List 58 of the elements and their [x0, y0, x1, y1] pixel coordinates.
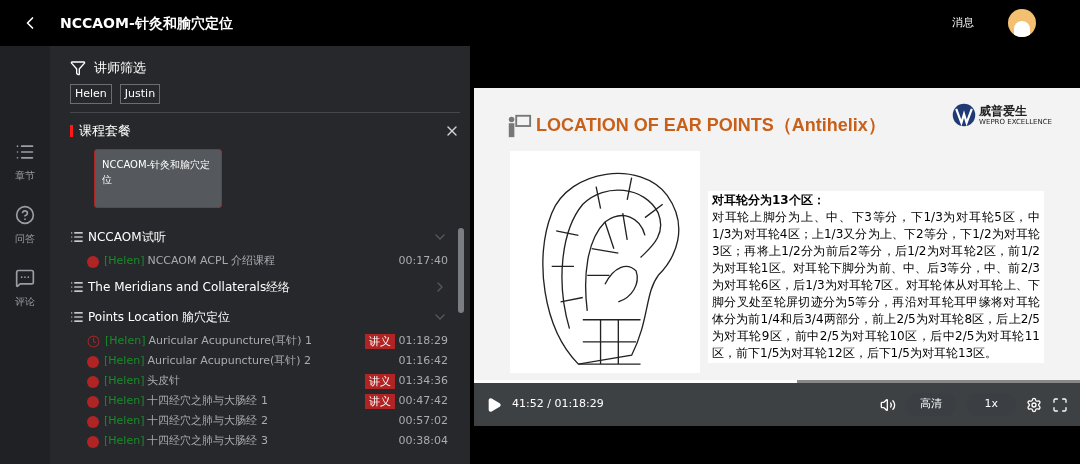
chapter-header[interactable]: NCCAOM试听: [70, 221, 448, 252]
lesson-link[interactable]: [Helen] 十四经穴之肺与大肠经 1: [104, 393, 268, 410]
time-display: 41:52 / 01:18:29: [512, 396, 604, 413]
lesson-link[interactable]: [Helen] 十四经穴之肺与大肠经 2: [104, 413, 268, 430]
handout-badge[interactable]: 讲义: [364, 374, 395, 389]
lesson-link[interactable]: [Helen] Auricular Acupuncture(耳针) 2: [104, 353, 312, 370]
teacher-tag[interactable]: Justin: [119, 83, 161, 104]
help-icon: [15, 205, 35, 225]
filter-title: 讲师筛选: [94, 59, 146, 77]
handout-badge[interactable]: 讲义: [364, 394, 395, 409]
settings-icon: [1026, 396, 1042, 413]
page-title: NCCAOM-针灸和腧穴定位: [60, 13, 233, 33]
chapter-header[interactable]: The Meridians and Collaterals经络: [70, 271, 448, 302]
lesson-duration: 00:57:02: [398, 413, 448, 430]
progress-track[interactable]: [474, 380, 1080, 383]
filter-icon: [70, 59, 86, 76]
lesson-duration: 00:47:42: [398, 393, 448, 410]
lesson-link[interactable]: [Helen] 十四经穴之肺与大肠经 3: [104, 433, 268, 450]
comment-icon: [15, 268, 35, 288]
play-button[interactable]: [486, 396, 502, 413]
lesson-duration: 00:17:40: [398, 253, 448, 270]
sidebar-tab[interactable]: 问答: [15, 205, 35, 246]
play-icon: [486, 396, 502, 413]
sidebar-tab[interactable]: 评论: [15, 268, 35, 309]
quality-button[interactable]: 高清: [906, 393, 957, 416]
lesson-duration: 01:16:42: [398, 353, 448, 370]
lesson-link[interactable]: [Helen] Auricular Acupuncture(耳针) 1: [105, 333, 313, 350]
accent-bar: [70, 124, 73, 137]
lesson-link[interactable]: [Helen] 头皮针: [104, 373, 181, 390]
lesson-duration: 01:18:29: [398, 333, 448, 350]
fullscreen-icon: [1052, 396, 1068, 413]
slide-heading: 对耳轮分为13个区：: [712, 192, 826, 209]
list-icon: [70, 279, 84, 294]
volume-icon: [880, 396, 897, 413]
slide-title: LOCATION OF EAR POINTS（Antihelix）: [536, 114, 886, 137]
lesson-link[interactable]: [Helen] NCCAOM ACPL 介绍课程: [104, 253, 276, 270]
avatar[interactable]: [1008, 9, 1036, 37]
list-icon: [15, 142, 35, 162]
handout-badge[interactable]: 讲义: [364, 334, 395, 349]
list-icon: [70, 229, 84, 244]
settings-button[interactable]: [1026, 396, 1042, 413]
list-icon: [70, 309, 84, 324]
clock-icon: [87, 335, 100, 348]
lesson-duration: 00:38:04: [398, 433, 448, 450]
logo-icon: [951, 102, 978, 128]
chapter-header[interactable]: Points Location 腧穴定位: [70, 301, 448, 332]
logo-name: 威普爱生: [979, 103, 1029, 118]
messages-link[interactable]: 消息: [952, 14, 974, 32]
teacher-tag[interactable]: Helen: [70, 83, 112, 104]
slide-paragraph: 对耳轮上脚分为上、中、下3等分，下1/3为对耳轮5区，中1/3为对耳轮4区；上1/3又分为上、下2等分，下1/2为对耳轮3区；再将上1/2分为前后2等分，后1/2为对耳轮2区，前1/2为对耳轮1区。对耳轮下脚分为前、中、后3等分，中、前2/3为对耳轮6区，后1/3为对耳轮7区。对耳轮体从对耳轮上、下脚分叉处至轮屏切迹分为5等分，再沿对耳轮耳甲缘将对耳轮体分为前1/4和后3/4两部分，前上2/5为对耳轮8区，后上2/5为对耳轮9区，前中2/5为对耳轮10区，后中2/5为对耳轮11区，前下1/5为对耳轮12区，后下1/5为对耳轮13区。: [712, 209, 1040, 362]
section-title: 课程套餐: [79, 122, 131, 140]
speed-button[interactable]: 1x: [966, 393, 1016, 416]
sidebar-tab[interactable]: 章节: [15, 142, 35, 183]
fullscreen-button[interactable]: [1052, 396, 1068, 413]
lesson-duration: 01:34:36: [398, 373, 448, 390]
volume-button[interactable]: [880, 396, 897, 413]
package-card[interactable]: NCCAOM-针灸和腧穴定位: [94, 148, 222, 208]
presenter-icon: [506, 112, 532, 139]
